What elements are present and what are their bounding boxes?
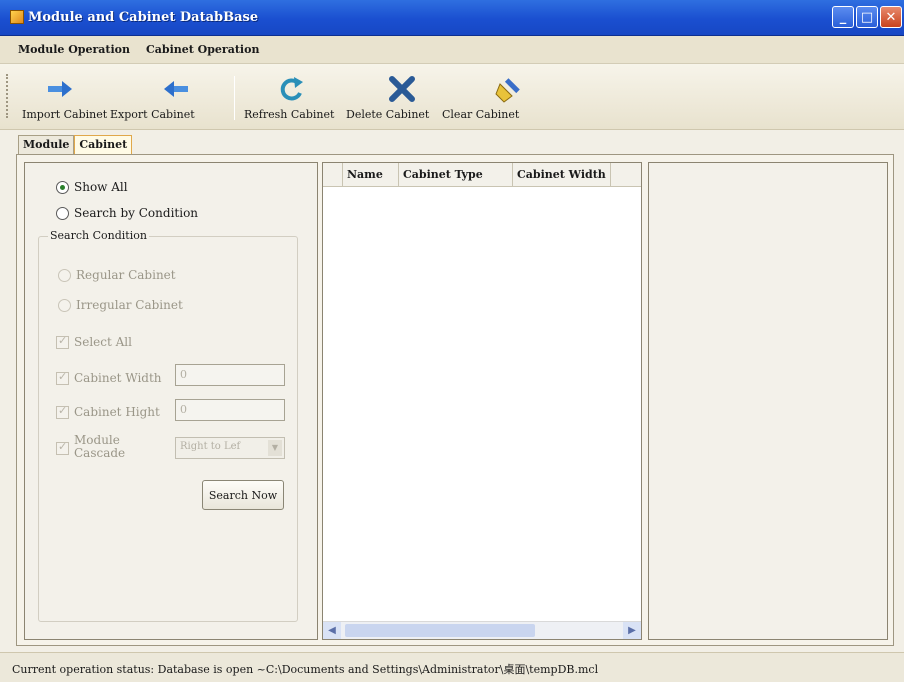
show-all-label: Show All: [74, 180, 128, 194]
module-cascade-checkbox[interactable]: Module Cascade: [56, 434, 134, 460]
column-header-cabinet-width[interactable]: Cabinet Width: [513, 163, 611, 187]
import-cabinet-button[interactable]: Import Cabinet: [22, 72, 108, 126]
cabinet-grid[interactable]: Name Cabinet Type Cabinet Width ◀ ▶: [322, 162, 642, 640]
radio-button[interactable]: [58, 298, 71, 312]
radio-button[interactable]: [56, 206, 69, 220]
module-cascade-value: Right to Lef: [180, 441, 241, 452]
chevron-down-icon[interactable]: ▼: [268, 440, 282, 456]
module-cascade-select[interactable]: Right to Lef ▼: [175, 437, 285, 459]
checkbox[interactable]: [56, 404, 69, 419]
tab-cabinet[interactable]: Cabinet: [74, 135, 133, 155]
menu-bar: Module Operation Cabinet Operation: [0, 36, 904, 64]
cabinet-hight-input[interactable]: 0: [175, 399, 285, 421]
export-cabinet-button[interactable]: Export Cabinet: [110, 72, 228, 126]
refresh-cabinet-button[interactable]: Refresh Cabinet: [244, 72, 342, 126]
select-all-label: Select All: [74, 335, 132, 349]
refresh-icon: [280, 77, 303, 101]
cabinet-hight-label: Cabinet Hight: [74, 405, 160, 419]
irregular-cabinet-radio[interactable]: Irregular Cabinet: [58, 298, 183, 312]
radio-button[interactable]: [58, 268, 71, 282]
export-cabinet-label: Export Cabinet: [110, 108, 195, 121]
status-bar: Current operation status: Database is op…: [0, 652, 904, 682]
cabinet-width-checkbox[interactable]: Cabinet Width: [56, 370, 162, 385]
select-all-checkbox[interactable]: Select All: [56, 334, 132, 349]
horizontal-scrollbar[interactable]: ◀ ▶: [323, 621, 641, 639]
column-header-name[interactable]: Name: [343, 163, 399, 187]
search-by-condition-radio[interactable]: Search by Condition: [56, 206, 198, 220]
clear-cabinet-label: Clear Cabinet: [442, 108, 520, 121]
regular-cabinet-radio[interactable]: Regular Cabinet: [58, 268, 176, 282]
maximize-button[interactable]: □: [856, 6, 878, 28]
scroll-right-icon[interactable]: ▶: [623, 622, 641, 639]
checkbox[interactable]: [56, 370, 69, 385]
toolbar-separator: [234, 76, 235, 120]
delete-cabinet-label: Delete Cabinet: [346, 108, 430, 121]
window-title: Module and Cabinet DatabBase: [28, 10, 259, 25]
search-now-button[interactable]: Search Now: [202, 480, 284, 510]
search-condition-group: [38, 236, 298, 622]
module-cascade-label: Module Cascade: [74, 433, 126, 460]
cabinet-width-input[interactable]: 0: [175, 364, 285, 386]
checkbox[interactable]: [56, 334, 69, 349]
clear-cabinet-button[interactable]: Clear Cabinet: [442, 72, 542, 126]
scroll-thumb[interactable]: [345, 624, 535, 637]
title-bar: Module and Cabinet DatabBase _ □ ✕: [0, 0, 904, 36]
cabinet-width-label: Cabinet Width: [74, 371, 162, 385]
close-button[interactable]: ✕: [880, 6, 902, 28]
checkbox[interactable]: [56, 440, 69, 455]
show-all-radio[interactable]: Show All: [56, 180, 128, 194]
delete-x-icon: [389, 76, 415, 102]
regular-cabinet-label: Regular Cabinet: [76, 268, 176, 282]
menu-module-operation[interactable]: Module Operation: [18, 43, 130, 56]
menu-cabinet-operation[interactable]: Cabinet Operation: [146, 43, 259, 56]
tab-strip: Module Cabinet: [18, 135, 133, 155]
column-header-cabinet-type[interactable]: Cabinet Type: [399, 163, 513, 187]
tab-module[interactable]: Module: [18, 135, 75, 155]
arrow-left-icon: [164, 81, 188, 97]
cabinet-hight-checkbox[interactable]: Cabinet Hight: [56, 404, 160, 419]
import-cabinet-label: Import Cabinet: [22, 108, 108, 121]
search-by-condition-label: Search by Condition: [74, 206, 199, 220]
grid-header: Name Cabinet Type Cabinet Width: [323, 163, 641, 187]
detail-panel: [648, 162, 888, 640]
toolbar-grip[interactable]: [6, 74, 8, 118]
irregular-cabinet-label: Irregular Cabinet: [76, 298, 183, 312]
scroll-left-icon[interactable]: ◀: [323, 622, 341, 639]
row-header-corner: [323, 163, 343, 187]
refresh-cabinet-label: Refresh Cabinet: [244, 108, 335, 121]
search-condition-legend: Search Condition: [48, 229, 149, 242]
arrow-right-icon: [48, 81, 72, 97]
radio-button[interactable]: [56, 180, 69, 194]
delete-cabinet-button[interactable]: Delete Cabinet: [346, 72, 438, 126]
minimize-button[interactable]: _: [832, 6, 854, 28]
broom-icon: [495, 78, 520, 103]
toolbar: Import Cabinet Export Cabinet Refresh Ca…: [0, 64, 904, 130]
app-icon: [10, 10, 24, 24]
